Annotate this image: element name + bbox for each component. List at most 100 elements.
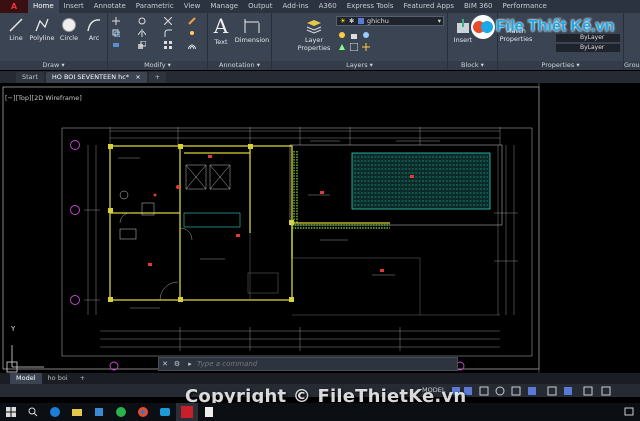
tab-annotate[interactable]: Annotate	[89, 0, 131, 13]
match-layer-icon[interactable]	[350, 43, 358, 51]
tab-model[interactable]: Model	[10, 373, 42, 384]
tab-express-tools[interactable]: Express Tools	[342, 0, 399, 13]
trim-icon[interactable]	[164, 17, 172, 25]
tab-manage[interactable]: Manage	[205, 0, 243, 13]
layer-lock-icon[interactable]	[350, 31, 358, 39]
bottom-dimensions	[100, 327, 500, 351]
workspace-icon	[583, 386, 593, 396]
polyline-icon	[35, 18, 49, 32]
insert-block-icon	[457, 19, 469, 33]
columns	[108, 144, 294, 302]
taskbar-chrome[interactable]	[132, 403, 154, 421]
tab-start[interactable]: Start	[16, 72, 44, 83]
customize-status-icon	[601, 386, 611, 396]
stretch-icon[interactable]	[112, 41, 120, 49]
close-tab-icon[interactable]: ×	[135, 73, 140, 81]
taskbar-app-white[interactable]	[198, 403, 220, 421]
tab-add-ins[interactable]: Add-ins	[277, 0, 313, 13]
taskbar-zalo[interactable]	[154, 403, 176, 421]
taskbar-autocad[interactable]	[176, 403, 198, 421]
tab-featured-apps[interactable]: Featured Apps	[399, 0, 459, 13]
add-layout-button[interactable]: +	[74, 373, 91, 384]
text-tool[interactable]: A Text	[210, 15, 232, 46]
active-drawing-title: HO BOI SEVENTEEN hc*	[51, 73, 130, 81]
annotation-group-label[interactable]: Annotation ▾	[208, 61, 271, 70]
polyline-tool[interactable]: Polyline	[28, 17, 56, 42]
copy-icon[interactable]	[112, 29, 120, 37]
windows-logo-icon	[6, 407, 16, 417]
taskbar-explorer[interactable]	[66, 403, 88, 421]
logo-mark-icon	[471, 15, 495, 39]
groups-group-label[interactable]: Group	[624, 61, 640, 70]
lineweight-dropdown[interactable]: ByLayer	[556, 44, 620, 52]
arc-tool[interactable]: Arc	[84, 17, 104, 42]
windows-start-button[interactable]	[0, 403, 22, 421]
right-dimensions	[494, 145, 518, 315]
new-tab-button[interactable]: +	[148, 72, 167, 83]
application-menu-button[interactable]: A	[0, 0, 28, 13]
layer-properties-tool[interactable]: Layer Properties	[292, 19, 336, 52]
folder-icon	[72, 409, 82, 416]
dimension-tool[interactable]: Dimension	[234, 17, 270, 44]
customize-icon[interactable]: ⚙	[171, 360, 183, 368]
drawing-canvas[interactable]: [−][Top][2D Wireframe] Y	[0, 83, 640, 373]
line-icon	[9, 18, 23, 32]
ortho-icon	[479, 386, 489, 396]
rotate-icon[interactable]	[138, 17, 146, 25]
offset-icon[interactable]	[188, 41, 196, 49]
command-input[interactable]	[197, 360, 417, 368]
layer-isolate-icon[interactable]	[362, 43, 370, 51]
command-line: ✕ ⚙ ▸	[158, 357, 458, 371]
viewport-controls[interactable]: [−][Top][2D Wireframe]	[5, 94, 82, 102]
block-group-label[interactable]: Block ▾	[448, 61, 497, 70]
text-a-icon: A	[213, 14, 229, 38]
layers-group-label[interactable]: Layers ▾	[272, 61, 447, 70]
fillet-icon[interactable]	[164, 29, 172, 37]
scale-icon[interactable]	[138, 41, 146, 49]
taskbar-app-green[interactable]	[110, 403, 132, 421]
layers-group: Layer Properties ☀ ✱ ghichu ▾ Layers ▾	[272, 13, 448, 70]
tray-notifications[interactable]	[618, 403, 640, 421]
file-tab-bar: Start HO BOI SEVENTEEN hc* × +	[0, 71, 640, 83]
chevron-down-icon: ▾	[437, 17, 441, 25]
make-current-icon[interactable]	[338, 43, 346, 51]
tab-output[interactable]: Output	[243, 0, 277, 13]
layer-dropdown[interactable]: ☀ ✱ ghichu ▾	[336, 16, 444, 26]
layer-properties-label: Layer Properties	[297, 36, 331, 52]
explode-icon[interactable]	[188, 29, 196, 37]
tab-view[interactable]: View	[179, 0, 206, 13]
array-icon[interactable]	[164, 41, 172, 49]
document-icon	[205, 407, 213, 417]
ucs-y-label: Y	[10, 325, 16, 333]
tab-active-drawing[interactable]: HO BOI SEVENTEEN hc* ×	[45, 72, 147, 83]
dimension-label: Dimension	[234, 36, 270, 44]
tab-home[interactable]: Home	[28, 0, 59, 13]
modify-group-label[interactable]: Modify ▾	[108, 61, 207, 70]
fire-markers	[153, 185, 180, 197]
tab-insert[interactable]: Insert	[59, 0, 89, 13]
logo-text: File Thiết Kế.vn	[496, 18, 615, 35]
taskbar-store[interactable]	[88, 403, 110, 421]
cad-drawing: Y	[2, 83, 540, 373]
line-tool[interactable]: Line	[6, 17, 26, 42]
move-icon[interactable]	[112, 17, 120, 25]
close-command-icon[interactable]: ✕	[159, 360, 171, 368]
properties-group-label[interactable]: Properties ▾	[498, 61, 623, 70]
tab-a360[interactable]: A360	[314, 0, 342, 13]
left-dimensions	[84, 145, 100, 315]
mirror-icon[interactable]	[138, 29, 146, 37]
draw-group-label[interactable]: Draw ▾	[0, 61, 107, 70]
tab-parametric[interactable]: Parametric	[131, 0, 179, 13]
erase-icon[interactable]	[188, 17, 196, 25]
tab-layout-ho-boi[interactable]: ho boi	[42, 373, 74, 384]
taskbar-edge[interactable]	[44, 403, 66, 421]
layer-off-icon[interactable]	[362, 31, 370, 39]
bathroom-fixtures	[119, 190, 155, 240]
recent-commands-icon[interactable]: ▸	[183, 360, 197, 368]
status-toggles[interactable]	[452, 386, 632, 396]
otrack-icon	[528, 387, 536, 395]
layer-freeze-icon[interactable]	[338, 31, 346, 39]
taskbar-search[interactable]	[22, 403, 44, 421]
dimension-icon	[244, 19, 260, 33]
circle-tool[interactable]: Circle	[58, 17, 80, 42]
